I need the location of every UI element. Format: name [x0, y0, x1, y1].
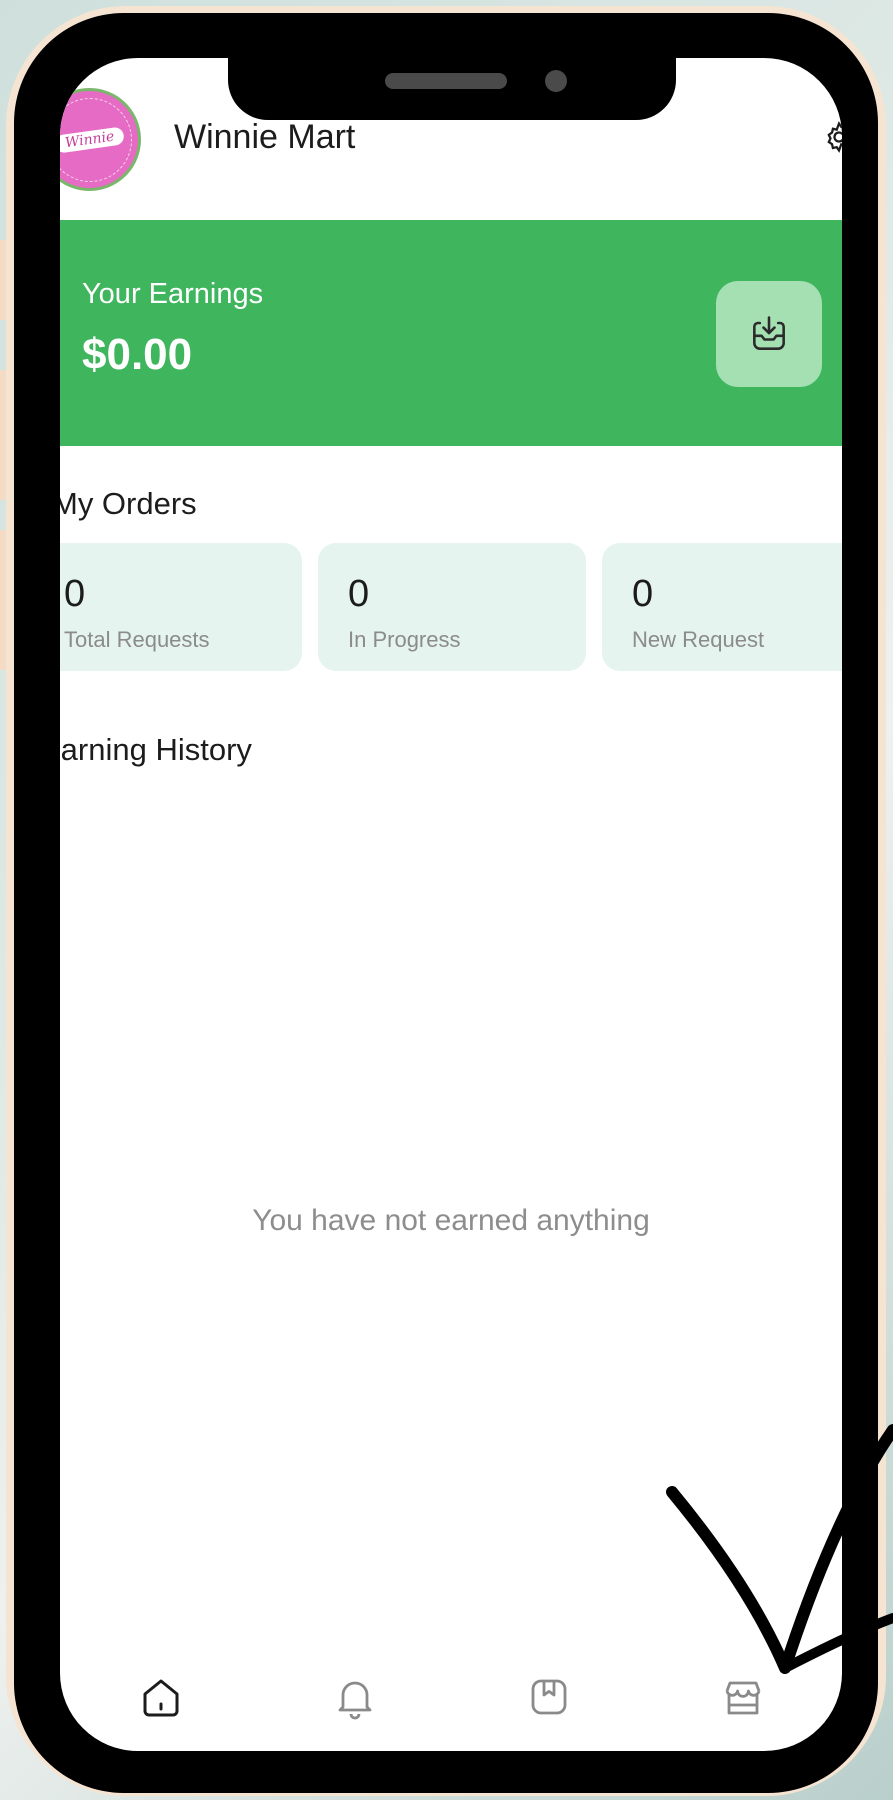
- checkmark-annotation-icon: [666, 1424, 893, 1674]
